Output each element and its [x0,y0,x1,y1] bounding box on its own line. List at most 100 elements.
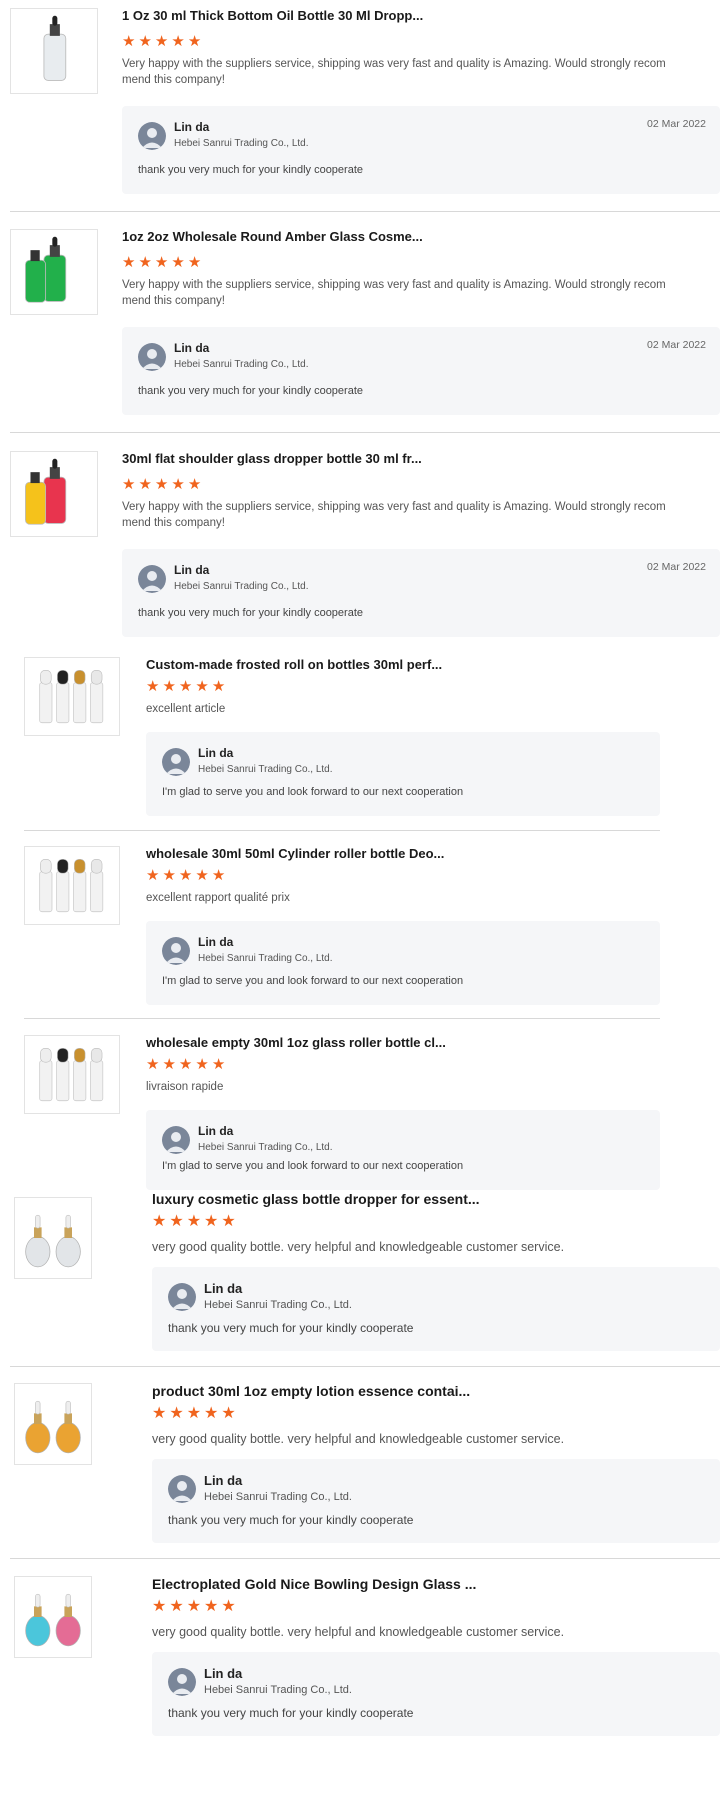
star-icon: ★ [146,867,160,884]
avatar [168,1475,196,1503]
product-thumbnail[interactable] [10,8,98,94]
product-title[interactable]: wholesale 30ml 50ml Cylinder roller bott… [146,846,666,861]
review-text: Very happy with the suppliers service, s… [122,279,666,307]
product-title[interactable]: 30ml flat shoulder glass dropper bottle … [122,451,720,466]
review-item: Custom-made frosted roll on bottles 30ml… [0,654,720,874]
star-icon: ★ [162,867,176,884]
star-icon: ★ [187,33,202,50]
star-icon: ★ [171,476,185,493]
product-thumbnail[interactable] [14,1197,92,1279]
reply-name: Lin da [198,746,234,760]
star-icon: ★ [169,1213,184,1230]
separator [24,1018,660,1019]
reply-name: Lin da [174,341,210,355]
product-title[interactable]: Custom-made frosted roll on bottles 30ml… [146,657,666,672]
star-icon: ★ [204,1213,219,1230]
star-icon: ★ [138,476,152,493]
star-icon: ★ [187,254,202,271]
reply-message: thank you very much for your kindly coop… [138,164,364,176]
reply-message: thank you very much for your kindly coop… [168,1513,414,1527]
product-title[interactable]: luxury cosmetic glass bottle dropper for… [152,1191,720,1207]
star-icon: ★ [221,1213,236,1230]
supplier-reply: Lin da Hebei Sanrui Trading Co., Ltd. than… [152,1652,720,1736]
star-icon: ★ [195,867,209,884]
review-text: very good quality bottle. very helpful a… [152,1432,565,1446]
reply-message: thank you very much for your kindly coop… [138,607,364,619]
avatar [138,565,166,593]
star-rating: ★ ★ ★ ★ ★ [122,477,201,492]
product-title[interactable]: 1 Oz 30 ml Thick Bottom Oil Bottle 30 Ml… [122,8,720,23]
star-icon: ★ [211,678,226,695]
reply-company: Hebei Sanrui Trading Co., Ltd. [198,1142,333,1153]
supplier-reply: Lin da Hebei Sanrui Trading Co., Ltd. I'm … [146,921,660,1005]
review-text: very good quality bottle. very helpful a… [152,1625,565,1639]
avatar [162,937,190,965]
product-title[interactable]: product 30ml 1oz empty lotion essence co… [152,1383,720,1399]
product-title[interactable]: wholesale empty 30ml 1oz glass roller bo… [146,1035,666,1050]
review-text: Very happy with the suppliers service, s… [122,58,666,86]
supplier-reply: Lin da Hebei Sanrui Trading Co., Ltd. 02 M… [122,327,720,415]
star-icon: ★ [169,1405,184,1422]
product-title[interactable]: 1oz 2oz Wholesale Round Amber Glass Cosm… [122,229,720,244]
supplier-reply: Lin da Hebei Sanrui Trading Co., Ltd. I'm … [146,1110,660,1190]
star-icon: ★ [154,476,169,493]
product-thumbnail[interactable] [14,1576,92,1658]
star-icon: ★ [221,1405,236,1422]
star-icon: ★ [171,254,185,271]
separator [10,432,720,433]
reply-company: Hebei Sanrui Trading Co., Ltd. [198,953,333,964]
avatar [168,1283,196,1311]
separator [10,1558,720,1559]
review-item: 1 Oz 30 ml Thick Bottom Oil Bottle 30 Ml… [0,0,720,220]
supplier-reply: Lin da Hebei Sanrui Trading Co., Ltd. I'm … [146,732,660,816]
review-item: wholesale 30ml 50ml Cylinder roller bott… [0,843,720,1063]
product-title[interactable]: Electroplated Gold Nice Bowling Design G… [152,1576,720,1592]
product-thumbnail[interactable] [14,1383,92,1465]
star-icon: ★ [186,1405,202,1422]
star-rating: ★ ★ ★ ★ ★ [152,1214,236,1230]
star-icon: ★ [138,254,152,271]
reply-name: Lin da [174,563,210,577]
review-item: 1oz 2oz Wholesale Round Amber Glass Cosm… [0,221,720,441]
reply-date: 02 Mar 2022 [647,339,706,351]
avatar [138,122,166,150]
product-thumbnail[interactable] [10,451,98,537]
reply-company: Hebei Sanrui Trading Co., Ltd. [174,359,309,370]
star-icon: ★ [122,476,136,493]
reply-company: Hebei Sanrui Trading Co., Ltd. [174,138,309,149]
separator [24,830,660,831]
star-icon: ★ [195,678,209,695]
star-icon: ★ [146,1056,160,1073]
star-rating: ★ ★ ★ ★ ★ [146,1057,225,1072]
reply-company: Hebei Sanrui Trading Co., Ltd. [204,1299,352,1311]
supplier-reply: Lin da Hebei Sanrui Trading Co., Ltd. 02 M… [122,549,720,637]
review-text: excellent article [146,703,226,715]
separator [10,1366,720,1367]
star-icon: ★ [122,254,136,271]
star-icon: ★ [186,1598,202,1615]
star-icon: ★ [146,678,160,695]
star-icon: ★ [211,867,226,884]
reply-message: thank you very much for your kindly coop… [168,1706,414,1720]
reply-message: I'm glad to serve you and look forward t… [162,975,464,987]
reply-message: thank you very much for your kindly coop… [138,385,364,397]
reply-name: Lin da [198,1124,234,1138]
reply-company: Hebei Sanrui Trading Co., Ltd. [174,581,309,592]
product-thumbnail[interactable] [24,846,120,925]
star-icon: ★ [138,33,152,50]
avatar [162,1126,190,1154]
star-icon: ★ [186,1213,202,1230]
star-icon: ★ [122,33,136,50]
product-thumbnail[interactable] [10,229,98,315]
star-rating: ★ ★ ★ ★ ★ [146,868,225,883]
reply-name: Lin da [204,1666,243,1681]
star-icon: ★ [195,1056,209,1073]
reply-date: 02 Mar 2022 [647,118,706,130]
product-thumbnail[interactable] [24,657,120,736]
review-item: luxury cosmetic glass bottle dropper for… [0,1189,720,1409]
product-thumbnail[interactable] [24,1035,120,1114]
star-icon: ★ [178,867,193,884]
separator [10,211,720,212]
star-icon: ★ [187,476,202,493]
reply-message: I'm glad to serve you and look forward t… [162,786,464,798]
